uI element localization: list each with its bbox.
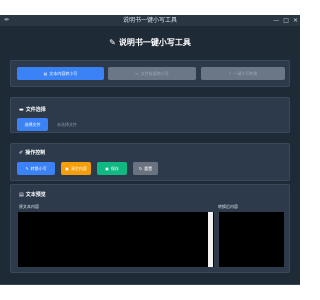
mode-nav-panel: ▤ 文本内容转小写 ▭ 文件批量转小写 ⚡ 一键小写转换 bbox=[10, 60, 290, 87]
text-section-title: ▤ 文本预览 bbox=[19, 191, 46, 198]
original-text-scrollbar[interactable] bbox=[208, 212, 213, 267]
ops-section-title-text: 操作控制 bbox=[25, 150, 46, 156]
maximize-button[interactable]: □ bbox=[283, 15, 289, 26]
file-status-text: 未选择文件 bbox=[57, 122, 77, 127]
clear-button-label: 清空内容 bbox=[70, 166, 87, 171]
tab-text-lowercase-label: 文本内容转小写 bbox=[49, 71, 78, 76]
refresh-icon: ↻ bbox=[138, 166, 143, 171]
original-text-area[interactable] bbox=[17, 211, 215, 268]
tab-one-click-label: 一键小写转换 bbox=[233, 71, 258, 76]
converted-text-label: 转换后内容 bbox=[218, 204, 238, 209]
folder-icon: ▭ bbox=[135, 71, 139, 76]
page-title-text: 说明书一键小写工具 bbox=[118, 38, 191, 47]
trash-icon: ▣ bbox=[65, 166, 69, 171]
reset-button[interactable]: ↻ 重置 bbox=[133, 162, 158, 175]
clear-button[interactable]: ▣ 清空内容 bbox=[61, 162, 91, 175]
tab-text-lowercase[interactable]: ▤ 文本内容转小写 bbox=[17, 67, 104, 80]
file-section-title-text: 文件选择 bbox=[25, 107, 46, 113]
select-file-button[interactable]: 选择文件 bbox=[17, 118, 48, 131]
wrench-icon: ✐ bbox=[19, 150, 24, 156]
save-button-label: 保存 bbox=[110, 166, 119, 171]
pen-icon: ✎ bbox=[109, 38, 116, 47]
tab-batch-files-label: 文件批量转小写 bbox=[140, 71, 169, 76]
text-section-title-text: 文本预览 bbox=[25, 192, 46, 198]
window-title: 说明书一键小写工具 bbox=[122, 17, 177, 24]
bolt-icon: ⚡ bbox=[228, 71, 232, 76]
reset-button-label: 重置 bbox=[144, 166, 153, 171]
ops-section-title: ✐ 操作控制 bbox=[19, 149, 45, 156]
file-select-panel: ▬ 文件选择 选择文件 未选择文件 bbox=[10, 97, 290, 133]
close-button[interactable]: ✕ bbox=[293, 15, 298, 26]
convert-button-label: 转换小写 bbox=[30, 166, 47, 171]
minimize-button[interactable]: — bbox=[273, 15, 279, 26]
folder-icon: ▬ bbox=[19, 107, 24, 113]
document-icon: ▤ bbox=[19, 192, 24, 198]
converted-text-area[interactable] bbox=[218, 211, 285, 268]
page-title: ✎ 说明书一键小写工具 bbox=[0, 37, 300, 48]
document-icon: ▤ bbox=[43, 71, 48, 76]
save-icon: ▣ bbox=[105, 166, 109, 171]
text-preview-panel: ▤ 文本预览 原文本内容 转换后内容 bbox=[10, 184, 290, 273]
operations-panel: ✐ 操作控制 ✎ 转换小写 ▣ 清空内容 ▣ 保存 ↻ 重置 bbox=[10, 143, 290, 181]
convert-icon: ✎ bbox=[25, 166, 29, 171]
save-button[interactable]: ▣ 保存 bbox=[97, 162, 127, 175]
convert-button[interactable]: ✎ 转换小写 bbox=[17, 162, 55, 175]
window-controls: — □ ✕ bbox=[273, 15, 298, 26]
tab-one-click[interactable]: ⚡ 一键小写转换 bbox=[201, 67, 285, 80]
file-section-title: ▬ 文件选择 bbox=[19, 106, 46, 113]
original-text-label: 原文本内容 bbox=[19, 204, 39, 209]
tab-batch-files[interactable]: ▭ 文件批量转小写 bbox=[108, 67, 196, 80]
